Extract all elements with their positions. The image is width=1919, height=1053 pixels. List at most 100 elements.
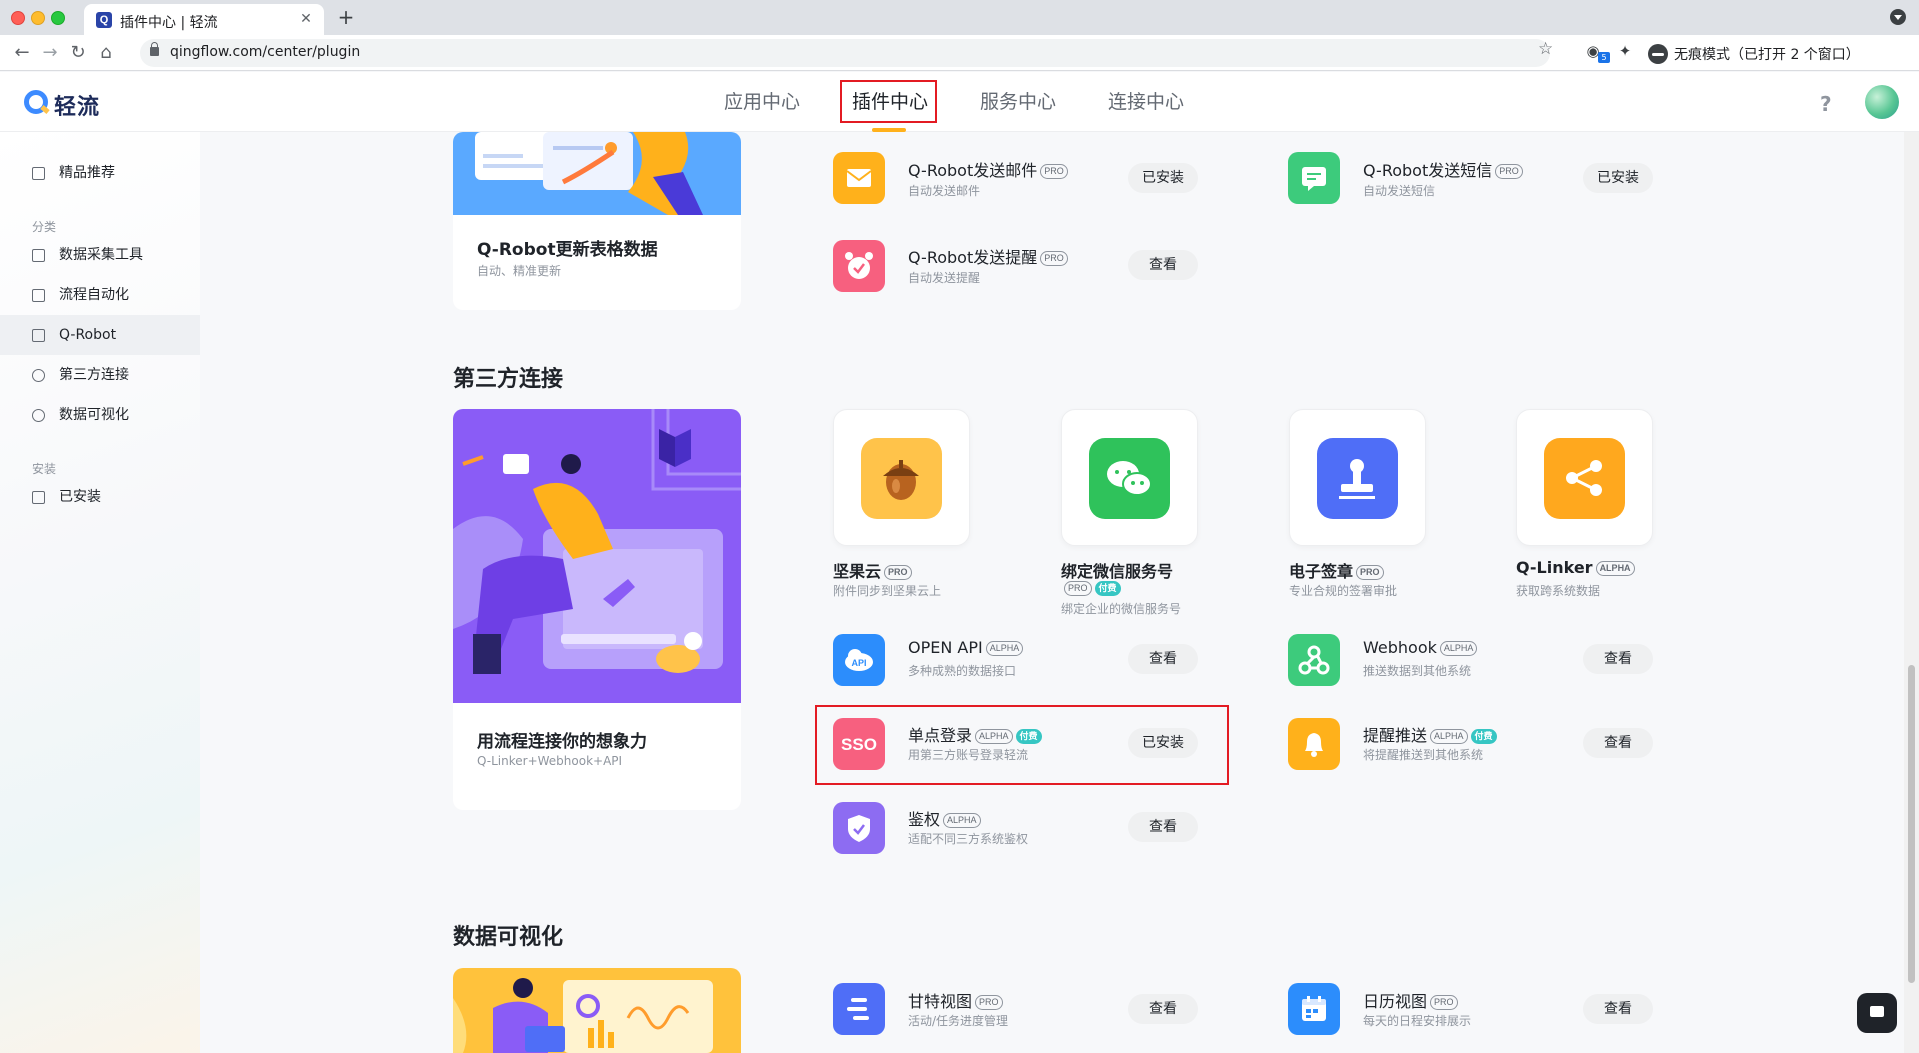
chat-support-icon[interactable] — [1857, 993, 1897, 1033]
avatar[interactable] — [1865, 85, 1899, 119]
reminder-push-view-button[interactable]: 查看 — [1583, 728, 1653, 758]
thirdparty-hero-subtitle: Q-Linker+Webhook+API — [477, 754, 623, 768]
tab-close-icon[interactable]: ✕ — [296, 9, 316, 29]
qingflow-logo-icon[interactable] — [24, 90, 48, 114]
qrobot-email-button[interactable]: 已安装 — [1128, 163, 1198, 193]
webhook-name[interactable]: Webhook ALPHA — [1363, 638, 1478, 657]
sidebar-item-label: 第三方连接 — [59, 367, 129, 383]
sidebar-item-label: 流程自动化 — [59, 287, 129, 303]
close-window-button[interactable] — [11, 11, 25, 25]
auth-name[interactable]: 鉴权 ALPHA — [908, 806, 981, 830]
logo-text[interactable]: 轻流 — [54, 89, 100, 121]
plugin-name: 坚果云 — [833, 562, 882, 581]
tile-wechat-service[interactable] — [1061, 409, 1198, 546]
open-api-desc: 多种成熟的数据接口 — [908, 664, 1017, 678]
auth-view-button[interactable]: 查看 — [1128, 812, 1198, 842]
reminder-push-desc: 将提醒推送到其他系统 — [1363, 748, 1484, 762]
address-bar[interactable]: qingflow.com/center/plugin — [140, 39, 1550, 67]
tile-jianguoyun-desc: 附件同步到坚果云上 — [833, 584, 942, 598]
nav-connect-center[interactable]: 连接中心 — [1108, 72, 1184, 132]
url-text: qingflow.com/center/plugin — [170, 44, 361, 60]
sidebar-heading-install: 安装 — [32, 462, 57, 476]
browser-tab-strip: Q 插件中心 | 轻流 ✕ + — [0, 0, 1919, 35]
plugin-name: 提醒推送 — [1363, 726, 1428, 745]
pro-tag: PRO — [1040, 251, 1068, 266]
pro-tag: PRO — [884, 565, 912, 580]
sidebar-item-label: 数据采集工具 — [59, 247, 143, 263]
link-icon — [32, 369, 45, 382]
share-nodes-icon — [1544, 438, 1625, 519]
alpha-tag: ALPHA — [1595, 561, 1635, 576]
gantt-view-button[interactable]: 查看 — [1128, 994, 1198, 1024]
qrobot-reminder-button[interactable]: 查看 — [1128, 250, 1198, 280]
sidebar-item-q-robot[interactable]: Q-Robot — [0, 315, 200, 355]
tile-jianguoyun-name[interactable]: 坚果云 PRO — [833, 558, 912, 582]
back-icon[interactable]: ← — [10, 41, 34, 65]
tile-q-linker[interactable] — [1516, 409, 1653, 546]
help-icon[interactable]: ? — [1820, 92, 1832, 116]
bell-icon — [1288, 718, 1340, 770]
reminder-push-name[interactable]: 提醒推送 ALPHA 付费 — [1363, 722, 1497, 746]
page-scrollbar-thumb[interactable] — [1908, 665, 1915, 983]
calendar-view-button[interactable]: 查看 — [1583, 994, 1653, 1024]
gantt-view-name[interactable]: 甘特视图 PRO — [908, 988, 1003, 1012]
qrobot-hero-card[interactable]: Q-Robot更新表格数据 自动、精准更新 — [453, 132, 741, 310]
gantt-view-desc: 活动/任务进度管理 — [908, 1014, 1009, 1028]
bookmark-star-icon[interactable]: ☆ — [1538, 39, 1553, 59]
reload-icon[interactable]: ↻ — [66, 41, 90, 65]
plugin-name: Webhook — [1363, 638, 1437, 657]
new-tab-icon[interactable]: + — [334, 6, 358, 30]
pro-tag: PRO — [1356, 565, 1384, 580]
section-title-data-visualization: 数据可视化 — [453, 925, 564, 950]
tile-q-linker-name[interactable]: Q-Linker ALPHA — [1516, 558, 1635, 577]
browser-tab[interactable]: Q 插件中心 | 轻流 ✕ — [84, 4, 324, 35]
nav-app-center[interactable]: 应用中心 — [724, 72, 800, 132]
tab-search-icon[interactable] — [1890, 9, 1906, 25]
extensions-puzzle-icon[interactable]: ✦ — [1616, 42, 1634, 60]
shield-check-icon — [833, 802, 885, 854]
qingflow-favicon-icon: Q — [96, 12, 112, 28]
qrobot-hero-title: Q-Robot更新表格数据 — [477, 240, 658, 260]
sidebar-item-process-automation[interactable]: 流程自动化 — [0, 275, 200, 315]
minimize-window-button[interactable] — [31, 11, 45, 25]
pro-tag: PRO — [975, 995, 1003, 1010]
open-api-view-button[interactable]: 查看 — [1128, 644, 1198, 674]
maximize-window-button[interactable] — [51, 11, 65, 25]
forward-icon[interactable]: → — [38, 41, 62, 65]
webhook-desc: 推送数据到其他系统 — [1363, 664, 1472, 678]
dataviz-hero-card[interactable] — [453, 968, 741, 1053]
pro-tag: PRO — [1064, 581, 1092, 596]
app-header: 轻流 应用中心 插件中心 服务中心 连接中心 — [0, 72, 1919, 132]
open-api-name[interactable]: OPEN API ALPHA — [908, 638, 1024, 657]
sidebar-item-featured[interactable]: 精品推荐 — [0, 153, 200, 193]
qrobot-sms-name[interactable]: Q-Robot发送短信 PRO — [1363, 157, 1523, 181]
plugin-name: OPEN API — [908, 638, 983, 657]
qrobot-hero-illustration — [453, 132, 741, 215]
webhook-view-button[interactable]: 查看 — [1583, 644, 1653, 674]
sidebar-item-installed[interactable]: 已安装 — [0, 477, 200, 517]
qrobot-reminder-desc: 自动发送提醒 — [908, 271, 981, 285]
calendar-view-name[interactable]: 日历视图 PRO — [1363, 988, 1458, 1012]
alpha-tag: ALPHA — [943, 813, 981, 828]
thirdparty-hero-title: 用流程连接你的想象力 — [477, 732, 647, 752]
thirdparty-hero-illustration — [453, 409, 741, 703]
pro-tag: PRO — [1430, 995, 1458, 1010]
incognito-label[interactable]: 无痕模式（已打开 2 个窗口） — [1674, 44, 1860, 64]
sidebar-item-data-visualization[interactable]: 数据可视化 — [0, 395, 200, 435]
thirdparty-hero-card[interactable]: 用流程连接你的想象力 Q-Linker+Webhook+API — [453, 409, 741, 810]
sidebar-item-third-party[interactable]: 第三方连接 — [0, 355, 200, 395]
home-icon[interactable]: ⌂ — [94, 41, 118, 65]
tile-e-seal[interactable] — [1289, 409, 1426, 546]
tile-jianguoyun[interactable] — [833, 409, 970, 546]
featured-icon — [32, 167, 45, 180]
qrobot-reminder-name[interactable]: Q-Robot发送提醒 PRO — [908, 244, 1068, 268]
qrobot-email-name[interactable]: Q-Robot发送邮件 PRO — [908, 157, 1068, 181]
sidebar-item-label: 数据可视化 — [59, 407, 129, 423]
tile-e-seal-name[interactable]: 电子签章 PRO — [1289, 558, 1384, 582]
sidebar-item-label: 已安装 — [59, 489, 101, 505]
incognito-icon[interactable] — [1648, 44, 1668, 64]
qrobot-sms-button[interactable]: 已安装 — [1583, 163, 1653, 193]
nav-service-center[interactable]: 服务中心 — [980, 72, 1056, 132]
plugin-name: 电子签章 — [1289, 562, 1354, 581]
sidebar-item-data-collection[interactable]: 数据采集工具 — [0, 235, 200, 275]
